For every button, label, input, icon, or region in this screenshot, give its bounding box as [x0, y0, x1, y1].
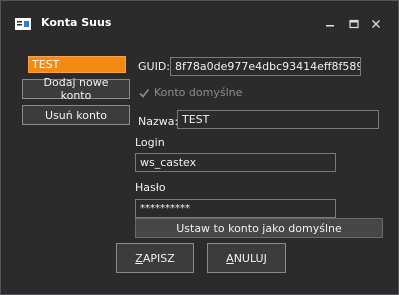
set-default-button[interactable]: Ustaw to konto jako domyślne	[135, 218, 383, 238]
login-field[interactable]: ws_castex	[135, 153, 336, 172]
save-accesskey: Z	[135, 251, 143, 265]
cancel-accesskey: A	[226, 251, 234, 265]
login-label: Login	[135, 136, 165, 149]
add-account-button[interactable]: Dodaj nowe konto	[22, 76, 130, 102]
default-account-label: Konto domyślne	[154, 86, 243, 99]
name-field[interactable]: TEST	[177, 110, 379, 129]
default-account-checkbox[interactable]	[138, 87, 150, 99]
title-bar[interactable]: Konta Suus	[1, 1, 398, 41]
guid-label: GUID:	[138, 60, 170, 73]
maximize-button[interactable]	[343, 15, 365, 33]
close-icon	[372, 20, 380, 28]
save-label-rest: APISZ	[142, 251, 175, 265]
minimize-button[interactable]	[319, 15, 341, 33]
account-list-item-selected[interactable]: TEST	[28, 56, 126, 73]
window-title: Konta Suus	[41, 16, 112, 29]
window-app-icon	[15, 18, 31, 30]
name-label: Nazwa:	[138, 115, 179, 128]
maximize-icon	[349, 19, 359, 29]
save-button[interactable]: Z APISZ	[116, 243, 194, 273]
dialog-window: Konta Suus TEST Dodaj nowe konto Usuń ko…	[0, 0, 399, 295]
close-button[interactable]	[365, 15, 387, 33]
password-field[interactable]: **********	[135, 199, 336, 218]
cancel-button[interactable]: A NULUJ	[207, 243, 286, 273]
cancel-label-rest: NULUJ	[233, 251, 267, 265]
minimize-icon	[326, 25, 334, 27]
check-icon	[139, 89, 150, 98]
password-label: Hasło	[135, 181, 166, 194]
delete-account-button[interactable]: Usuń konto	[22, 105, 130, 125]
guid-field[interactable]: 8f78a0de977e4dbc93414eff8f58954f	[170, 57, 361, 76]
